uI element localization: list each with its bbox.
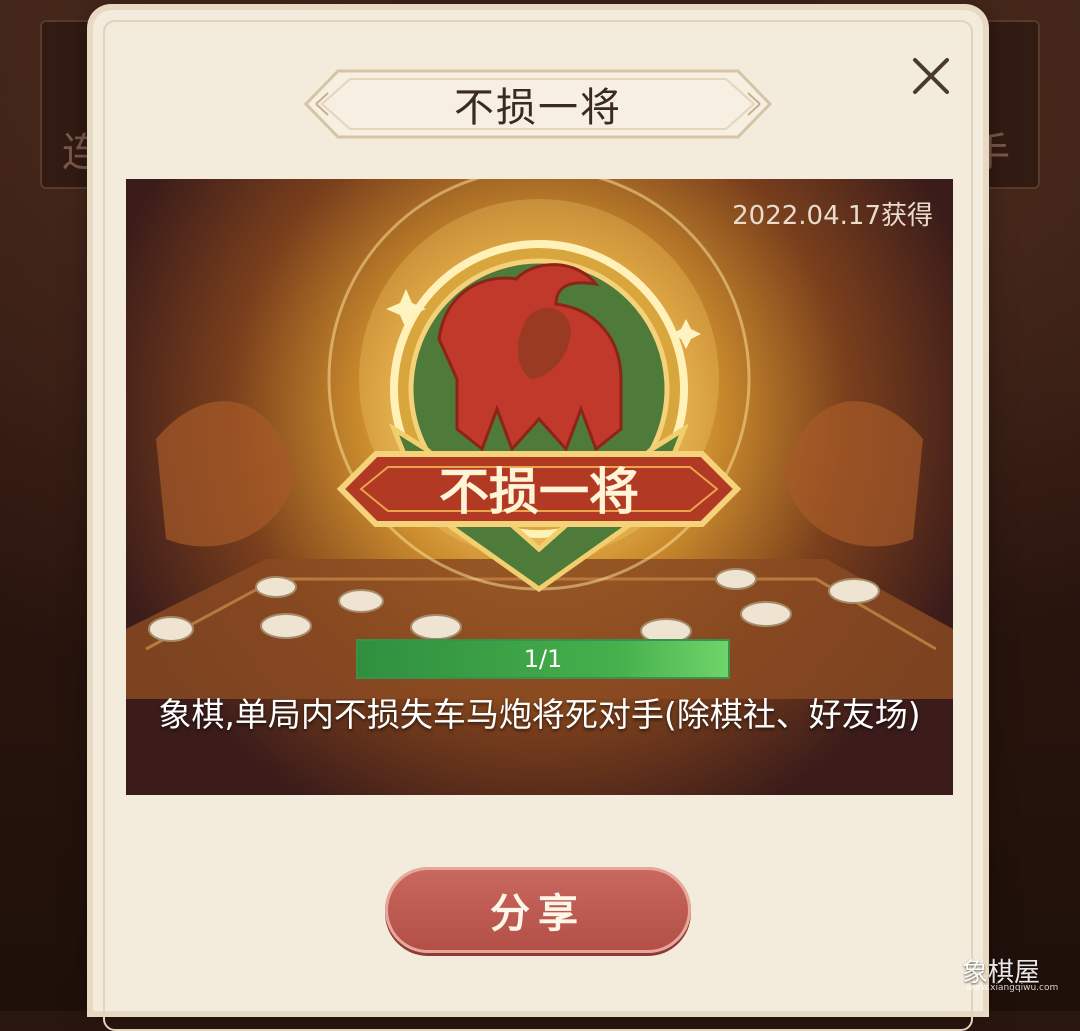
achievement-description: 象棋,单局内不损失车马炮将死对手(除棋社、好友场) — [158, 695, 921, 734]
close-icon — [913, 58, 949, 94]
achievement-card: 不损一将 2022.04.17获得 1/1 象棋,单局内不损失车马炮将死对手(除… — [126, 179, 953, 795]
achievement-date: 2022.04.17获得 — [732, 201, 933, 231]
progress-bar: 1/1 — [356, 639, 730, 679]
progress-text: 1/1 — [523, 645, 563, 673]
share-button[interactable]: 分享 — [385, 867, 691, 953]
dialog-title: 不损一将 — [454, 85, 622, 131]
achievement-dialog: 不损一将 不损一将 2022.04.17获得 1/1 象棋,单局内不损失车马炮将… — [93, 10, 983, 1031]
close-button[interactable] — [903, 48, 959, 104]
badge-label: 不损一将 — [439, 462, 639, 521]
share-button-label: 分享 — [490, 890, 586, 937]
watermark-url: www.xiangqiwu.com — [966, 983, 1059, 993]
title-plaque: 不损一将 — [298, 65, 778, 143]
